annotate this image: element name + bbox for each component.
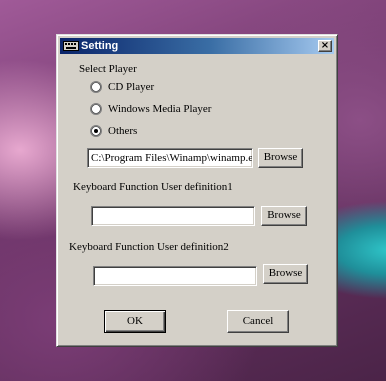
cancel-button[interactable]: Cancel bbox=[227, 310, 289, 333]
title-bar[interactable]: Setting × bbox=[60, 38, 334, 54]
browse-keyboard2-button[interactable]: Browse bbox=[263, 264, 308, 284]
ok-button[interactable]: OK bbox=[104, 310, 166, 333]
browse-keyboard1-button[interactable]: Browse bbox=[261, 206, 307, 226]
setting-dialog: Setting × Select Player CD Player Window… bbox=[56, 34, 338, 347]
keyboard-definition1-input[interactable] bbox=[91, 206, 255, 226]
keyboard-definition2-label: Keyboard Function User definition2 bbox=[69, 241, 229, 253]
radio-windows-media-player[interactable] bbox=[90, 103, 102, 115]
select-player-label: Select Player bbox=[79, 63, 137, 75]
keyboard-definition2-input[interactable] bbox=[93, 266, 257, 286]
option-cd-player-label[interactable]: CD Player bbox=[108, 80, 154, 94]
keyboard-icon bbox=[63, 41, 79, 51]
option-windows-media-player-label[interactable]: Windows Media Player bbox=[108, 102, 211, 116]
option-others-label[interactable]: Others bbox=[108, 124, 137, 138]
browse-player-button[interactable]: Browse bbox=[258, 148, 303, 168]
close-button[interactable]: × bbox=[318, 40, 332, 52]
radio-cd-player[interactable] bbox=[90, 81, 102, 93]
radio-others[interactable] bbox=[90, 125, 102, 137]
keyboard-definition1-label: Keyboard Function User definition1 bbox=[73, 181, 233, 193]
window-title: Setting bbox=[81, 40, 119, 52]
player-path-input[interactable]: C:\Program Files\Winamp\winamp.ex bbox=[87, 148, 253, 168]
